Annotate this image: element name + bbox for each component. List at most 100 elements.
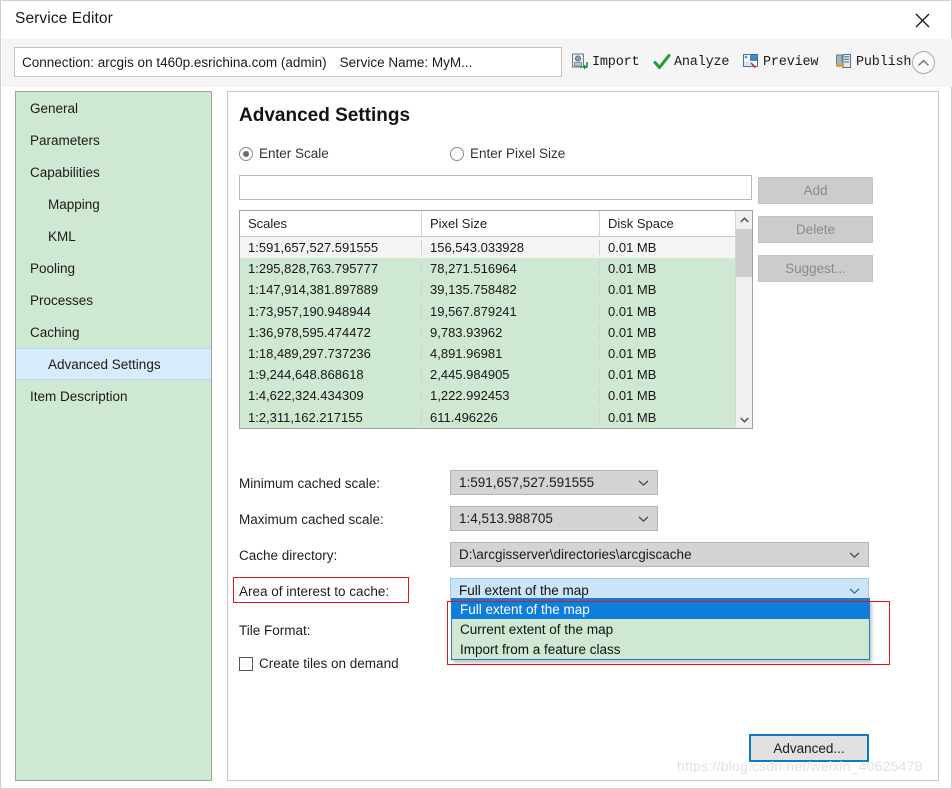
table-body: 1:591,657,527.591555 156,543.033928 0.01… — [240, 237, 736, 428]
connection-info-field[interactable]: Connection: arcgis on t460p.esrichina.co… — [14, 47, 562, 77]
connection-toolbar: Connection: arcgis on t460p.esrichina.co… — [2, 39, 952, 87]
service-editor-window: Service Editor Connection: arcgis on t46… — [0, 0, 952, 789]
dropdown-option-current-extent[interactable]: Current extent of the map — [452, 619, 869, 639]
cell-scale: 1:147,914,381.897889 — [240, 282, 422, 298]
table-row[interactable]: 1:73,957,190.948944 19,567.879241 0.01 M… — [240, 301, 736, 322]
cell-pixel-size: 156,543.033928 — [422, 240, 600, 256]
table-row[interactable]: 1:4,622,324.434309 1,222.992453 0.01 MB — [240, 385, 736, 406]
title-bar: Service Editor — [1, 1, 951, 39]
table-row[interactable]: 1:9,244,648.868618 2,445.984905 0.01 MB — [240, 364, 736, 385]
page-title: Advanced Settings — [239, 105, 411, 126]
table-row[interactable]: 1:36,978,595.474472 9,783.93962 0.01 MB — [240, 322, 736, 343]
radio-selected-icon — [239, 146, 253, 161]
dropdown-option-label: Full extent of the map — [460, 601, 590, 617]
sidebar-item-kml[interactable]: KML — [16, 220, 211, 252]
radio-enter-pixel-size[interactable]: Enter Pixel Size — [450, 146, 565, 161]
preview-button[interactable]: Preview — [742, 47, 819, 77]
delete-button[interactable]: Delete — [758, 216, 873, 243]
sidebar-item-processes[interactable]: Processes — [16, 284, 211, 316]
sidebar-item-label: Pooling — [30, 260, 76, 276]
cell-scale: 1:18,489,297.737236 — [240, 346, 422, 362]
cache-directory-value: D:\arcgisserver\directories\arcgiscache — [459, 547, 692, 562]
sidebar-item-label: Capabilities — [30, 164, 100, 180]
checkmark-icon — [653, 53, 671, 71]
dropdown-option-label: Current extent of the map — [460, 621, 614, 637]
sidebar-item-label: General — [30, 100, 79, 116]
sidebar-item-mapping[interactable]: Mapping — [16, 188, 211, 220]
chevron-down-icon — [638, 479, 649, 486]
table-row[interactable]: 1:18,489,297.737236 4,891.96981 0.01 MB — [240, 343, 736, 364]
scroll-up-icon[interactable] — [736, 211, 752, 228]
cell-disk-space: 0.01 MB — [608, 261, 657, 277]
analyze-button[interactable]: Analyze — [653, 47, 730, 77]
cell-scale: 1:36,978,595.474472 — [240, 324, 422, 340]
create-tiles-on-demand-checkbox[interactable]: Create tiles on demand — [239, 656, 399, 671]
column-header-pixel-size[interactable]: Pixel Size — [422, 211, 600, 236]
cell-disk-space: 0.01 MB — [608, 388, 657, 404]
suggest-button[interactable]: Suggest... — [758, 255, 873, 282]
label-minimum-cached-scale: Minimum cached scale: — [239, 476, 381, 491]
scale-input[interactable] — [239, 175, 752, 200]
import-button[interactable]: Import — [571, 47, 640, 77]
chevron-down-icon — [638, 515, 649, 522]
sidebar-item-label: Parameters — [30, 132, 100, 148]
chevron-down-icon — [849, 587, 860, 594]
radio-enter-pixel-size-label: Enter Pixel Size — [470, 146, 566, 161]
sidebar-item-caching[interactable]: Caching — [16, 316, 211, 348]
sidebar-item-item-description[interactable]: Item Description — [16, 380, 211, 412]
table-row[interactable]: 1:295,828,763.795777 78,271.516964 0.01 … — [240, 258, 736, 279]
scales-table: Scales Pixel Size Disk Space 1:591,657,5… — [239, 210, 753, 429]
table-row[interactable]: 1:591,657,527.591555 156,543.033928 0.01… — [240, 237, 736, 259]
publish-button-label: Publish — [856, 54, 912, 70]
cell-disk-space: 0.01 MB — [608, 303, 657, 319]
sidebar-item-pooling[interactable]: Pooling — [16, 252, 211, 284]
sidebar-item-label: Mapping — [48, 196, 100, 212]
column-header-scales[interactable]: Scales — [240, 211, 422, 236]
radio-enter-scale-label: Enter Scale — [259, 146, 329, 161]
cell-disk-space: 0.01 MB — [608, 324, 657, 340]
sidebar-item-label: KML — [48, 228, 76, 244]
publish-button[interactable]: Publish — [835, 47, 912, 77]
chevron-up-circle-icon[interactable] — [912, 51, 935, 74]
delete-button-label: Delete — [795, 222, 836, 237]
table-scrollbar[interactable] — [735, 211, 752, 428]
preview-icon — [742, 53, 760, 71]
dropdown-option-full-extent[interactable]: Full extent of the map — [452, 599, 869, 619]
area-of-interest-dropdown-list: Full extent of the map Current extent of… — [451, 598, 870, 660]
sidebar-item-parameters[interactable]: Parameters — [16, 124, 211, 156]
close-icon[interactable] — [899, 1, 945, 39]
scrollbar-thumb[interactable] — [736, 229, 752, 277]
suggest-button-label: Suggest... — [785, 261, 846, 276]
cell-disk-space: 0.01 MB — [608, 367, 657, 383]
maximum-cached-scale-select[interactable]: 1:4,513.988705 — [450, 506, 658, 531]
scroll-down-icon[interactable] — [736, 411, 752, 428]
table-header-row: Scales Pixel Size Disk Space — [240, 211, 752, 237]
import-button-label: Import — [592, 54, 640, 70]
cache-directory-select[interactable]: D:\arcgisserver\directories\arcgiscache — [450, 542, 869, 567]
advanced-button-label: Advanced... — [773, 740, 845, 756]
cell-pixel-size: 2,445.984905 — [422, 367, 600, 383]
add-button[interactable]: Add — [758, 177, 873, 204]
minimum-cached-scale-select[interactable]: 1:591,657,527.591555 — [450, 470, 658, 495]
cell-pixel-size: 9,783.93962 — [422, 324, 600, 340]
window-title: Service Editor — [15, 10, 113, 27]
sidebar-item-advanced-settings[interactable]: Advanced Settings — [16, 348, 211, 380]
connection-text: Connection: arcgis on t460p.esrichina.co… — [22, 54, 327, 70]
preview-button-label: Preview — [763, 54, 819, 70]
table-row[interactable]: 1:147,914,381.897889 39,135.758482 0.01 … — [240, 279, 736, 300]
cell-pixel-size: 78,271.516964 — [422, 261, 600, 277]
advanced-button[interactable]: Advanced... — [749, 734, 869, 762]
cell-disk-space: 0.01 MB — [608, 346, 657, 362]
cell-scale: 1:73,957,190.948944 — [240, 303, 422, 319]
sidebar-item-general[interactable]: General — [16, 92, 211, 124]
cell-scale: 1:591,657,527.591555 — [240, 240, 422, 256]
column-header-disk-space[interactable]: Disk Space — [600, 211, 736, 236]
sidebar-item-capabilities[interactable]: Capabilities — [16, 156, 211, 188]
cell-scale: 1:9,244,648.868618 — [240, 367, 422, 383]
cell-scale: 1:295,828,763.795777 — [240, 261, 422, 277]
table-row[interactable]: 1:2,311,162.217155 611.496226 0.01 MB — [240, 407, 736, 428]
dropdown-option-import-feature-class[interactable]: Import from a feature class — [452, 639, 869, 659]
label-tile-format: Tile Format: — [239, 623, 311, 638]
radio-enter-scale[interactable]: Enter Scale — [239, 146, 329, 161]
cell-pixel-size: 4,891.96981 — [422, 346, 600, 362]
